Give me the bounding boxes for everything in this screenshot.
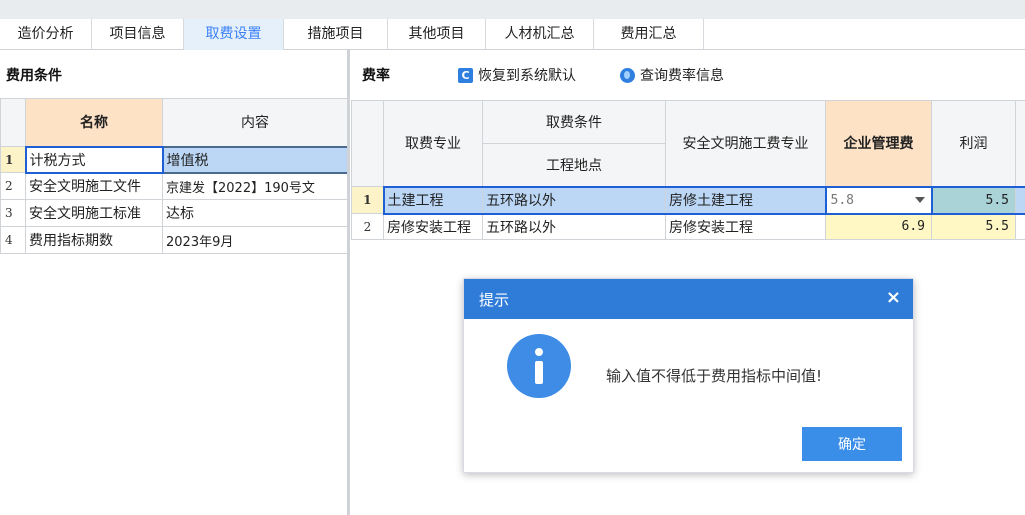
name-cell[interactable]: 计税方式 (24, 145, 164, 174)
column-header-content[interactable]: 内容 (162, 98, 348, 147)
info-icon (507, 334, 571, 398)
safety-specialty-cell[interactable]: 房修土建工程 (665, 185, 826, 215)
dialog-message: 输入值不得低于费用指标中间值! (606, 367, 823, 385)
content-cell[interactable]: 京建发【2022】190号文 (162, 172, 348, 200)
fee-conditions-table: 名称 内容 1 计税方式 增值税 2 安全文明施工文件 京建发【2022】190… (0, 98, 349, 254)
row-number: 4 (0, 226, 26, 254)
dialog-title: 提示 (479, 291, 510, 309)
alert-dialog: 提示 × 输入值不得低于费用指标中间值! 确定 (463, 278, 914, 473)
specialty-cell[interactable]: 房修安装工程 (383, 213, 483, 240)
profit-cell[interactable]: 5.5 (931, 213, 1016, 240)
table-row[interactable]: 4 费用指标期数 2023年9月 (0, 226, 348, 254)
row-number: 1 (351, 186, 384, 214)
corner-cell (0, 98, 26, 147)
window-top-strip (0, 0, 1025, 19)
table-row[interactable]: 1 计税方式 增值税 (0, 145, 349, 174)
query-label: 查询费率信息 (640, 68, 724, 84)
column-header-management-fee[interactable]: 企业管理费 (825, 100, 932, 187)
dialog-header: 提示 × (464, 279, 913, 319)
tab-fee-settings[interactable]: 取费设置 (184, 19, 284, 50)
tab-labor-material-summary[interactable]: 人材机汇总 (486, 19, 594, 50)
panel-splitter[interactable] (347, 50, 350, 515)
tab-bar: 造价分析 项目信息 取费设置 措施项目 其他项目 人材机汇总 费用汇总 (0, 19, 1025, 50)
column-header-name[interactable]: 名称 (25, 98, 163, 147)
query-icon (620, 67, 635, 83)
rates-title: 费率 (362, 68, 390, 84)
specialty-cell[interactable]: 土建工程 (382, 185, 483, 215)
restore-icon: C (458, 67, 473, 83)
column-header-profit[interactable]: 利润 (931, 100, 1016, 187)
tab-cost-analysis[interactable]: 造价分析 (0, 19, 92, 50)
name-cell[interactable]: 安全文明施工文件 (25, 172, 163, 200)
name-cell[interactable]: 安全文明施工标准 (25, 199, 163, 227)
column-header-specialty[interactable]: 取费专业 (383, 100, 483, 187)
table-row[interactable]: 3 安全文明施工标准 达标 (0, 199, 348, 227)
table-row[interactable]: 2 安全文明施工文件 京建发【2022】190号文 (0, 172, 348, 200)
name-cell[interactable]: 费用指标期数 (25, 226, 163, 254)
table-row[interactable]: 1 土建工程 五环路以外 房修土建工程 5.8 5.5 (351, 185, 1025, 215)
overflow-cell (1015, 185, 1025, 215)
fee-rates-table: 取费专业 取费条件 安全文明施工费专业 企业管理费 利润 工程地点 1 土建工程… (351, 100, 1025, 240)
query-rates-button[interactable]: 查询费率信息 (620, 64, 724, 86)
row-number: 1 (0, 146, 26, 173)
fee-conditions-panel: 费用条件 名称 内容 1 计税方式 增值税 2 安全文明施工文件 京建发【202… (0, 50, 349, 515)
corner-cell (351, 100, 384, 187)
content-cell[interactable]: 增值税 (161, 145, 349, 174)
row-number: 2 (351, 213, 384, 240)
column-header-location[interactable]: 工程地点 (482, 143, 666, 187)
tab-other-items[interactable]: 其他项目 (388, 19, 486, 50)
tab-project-info[interactable]: 项目信息 (92, 19, 184, 50)
profit-cell[interactable]: 5.5 (931, 185, 1016, 215)
management-fee-dropdown[interactable]: 5.8 (824, 185, 933, 215)
column-header-overflow (1015, 100, 1025, 187)
chevron-down-icon[interactable] (914, 197, 925, 203)
content-cell[interactable]: 2023年9月 (162, 226, 348, 254)
row-number: 2 (0, 172, 26, 200)
ok-button[interactable]: 确定 (802, 427, 902, 461)
table-row[interactable]: 2 房修安装工程 五环路以外 房修安装工程 6.9 5.5 (351, 213, 1025, 240)
management-fee-cell[interactable]: 6.9 (825, 213, 932, 240)
location-cell[interactable]: 五环路以外 (482, 213, 666, 240)
management-fee-value: 5.8 (830, 192, 854, 208)
column-header-condition[interactable]: 取费条件 (482, 100, 666, 144)
panel-title: 费用条件 (6, 68, 62, 84)
safety-specialty-cell[interactable]: 房修安装工程 (665, 213, 826, 240)
close-icon[interactable]: × (886, 287, 901, 308)
restore-defaults-button[interactable]: C 恢复到系统默认 (458, 64, 576, 86)
tab-cost-summary[interactable]: 费用汇总 (594, 19, 704, 50)
tab-measures[interactable]: 措施项目 (284, 19, 388, 50)
location-cell[interactable]: 五环路以外 (482, 185, 666, 215)
row-number: 3 (0, 199, 26, 227)
content-cell[interactable]: 达标 (162, 199, 348, 227)
column-header-safety-specialty[interactable]: 安全文明施工费专业 (665, 100, 826, 187)
overflow-cell (1015, 213, 1025, 240)
restore-label: 恢复到系统默认 (478, 68, 576, 84)
